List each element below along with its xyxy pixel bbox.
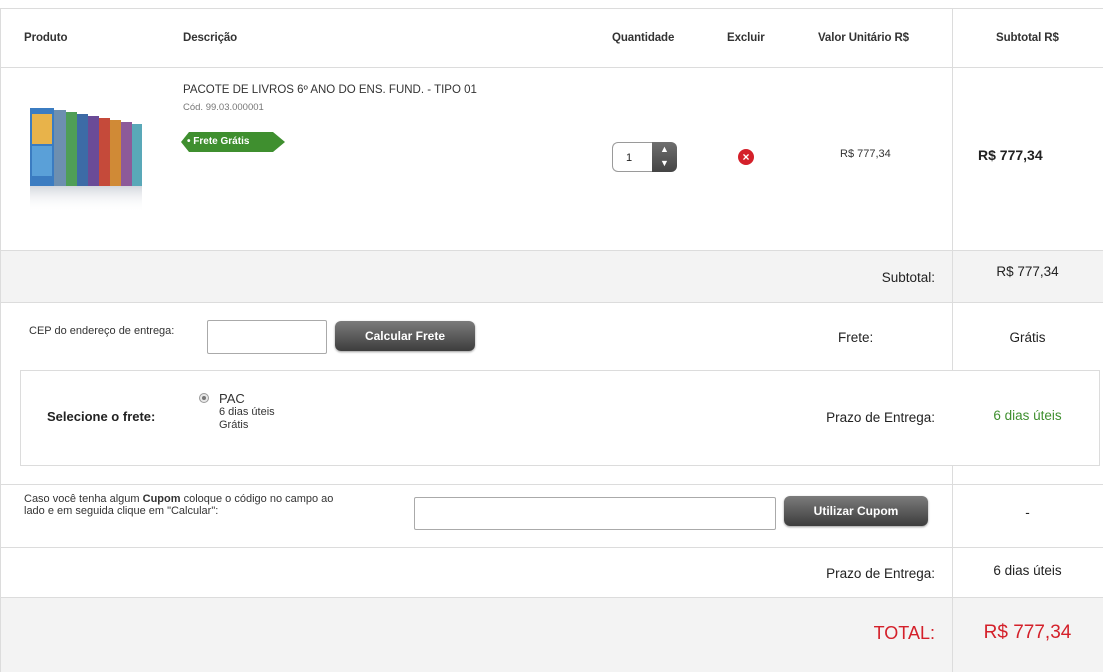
coupon-discount-value: - (1025, 505, 1030, 520)
total-label: TOTAL: (873, 623, 935, 643)
shipping-option-name[interactable]: PAC (219, 391, 245, 406)
shipping-options-box (20, 370, 1100, 466)
chevron-down-icon[interactable]: ▼ (652, 156, 677, 170)
coupon-word: Cupom (142, 493, 181, 505)
remove-item-icon[interactable]: × (738, 149, 754, 165)
header-quantidade: Quantidade (612, 32, 675, 44)
free-shipping-badge: • Frete Grátis (181, 132, 285, 152)
product-name[interactable]: PACOTE DE LIVROS 6º ANO DO ENS. FUND. - … (183, 84, 477, 96)
select-shipping-label: Selecione o frete: (47, 409, 156, 424)
calculate-shipping-button[interactable]: Calcular Frete (335, 321, 475, 351)
header-descricao: Descrição (183, 32, 238, 44)
apply-coupon-button[interactable]: Utilizar Cupom (784, 496, 928, 526)
shipping-radio-pac[interactable] (199, 393, 209, 403)
item-subtotal: R$ 777,34 (978, 147, 1043, 163)
product-code: Cód. 99.03.000001 (183, 102, 264, 113)
header-produto: Produto (24, 32, 68, 44)
frete-label: Frete: (838, 330, 874, 345)
total-value: R$ 777,34 (983, 622, 1072, 643)
unit-price: R$ 777,34 (840, 148, 891, 160)
cep-label: CEP do endereço de entrega: (29, 325, 175, 337)
delivery-time-label: Prazo de Entrega: (826, 410, 935, 425)
quantity-spinner[interactable]: ▲ ▼ (652, 142, 677, 172)
shipping-option-days: 6 dias úteis (219, 406, 275, 418)
total-row-bg (0, 597, 1103, 672)
header-valor-unitario: Valor Unitário R$ (818, 32, 909, 44)
shipping-option-price: Grátis (219, 419, 249, 431)
final-delivery-value: 6 dias úteis (993, 563, 1062, 578)
chevron-up-icon[interactable]: ▲ (652, 142, 677, 156)
quantity-stepper[interactable]: 1 ▲ ▼ (612, 142, 677, 174)
cart-page: Produto Descrição Quantidade Excluir Val… (0, 0, 1103, 672)
cep-input[interactable] (207, 320, 327, 354)
coupon-input[interactable] (414, 497, 776, 530)
coupon-instructions: Caso você tenha algum Cupom coloque o có… (24, 493, 334, 517)
frete-value: Grátis (1009, 330, 1046, 345)
delivery-time-value: 6 dias úteis (993, 408, 1062, 423)
subtotal-value: R$ 777,34 (996, 264, 1059, 279)
book-package-image[interactable] (22, 100, 152, 215)
final-delivery-label: Prazo de Entrega: (826, 566, 935, 581)
header-excluir: Excluir (727, 32, 765, 44)
subtotal-label: Subtotal: (881, 270, 935, 285)
header-subtotal: Subtotal R$ (996, 32, 1059, 44)
quantity-input[interactable]: 1 (612, 142, 656, 172)
subtotal-row-bg (0, 250, 1103, 302)
